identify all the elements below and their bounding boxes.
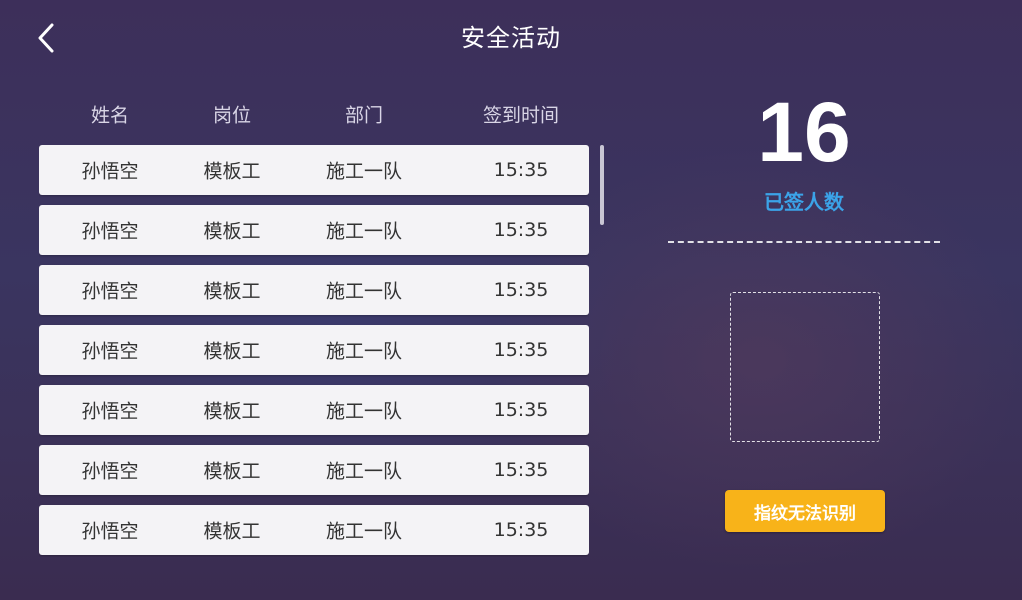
table-row[interactable]: 孙悟空 模板工 施工一队 15:35 [39,265,589,315]
signed-count: 16 [757,85,851,179]
column-header-name: 姓名 [90,104,130,127]
cell-time: 15:35 [493,399,549,421]
cell-time: 15:35 [493,279,549,301]
cell-name: 孙悟空 [81,340,139,363]
column-header-department: 部门 [344,104,384,127]
signed-count-label: 已签人数 [764,190,844,214]
cell-department: 施工一队 [325,340,403,363]
cell-name: 孙悟空 [81,220,139,243]
cell-position: 模板工 [203,160,261,183]
cell-department: 施工一队 [325,220,403,243]
table-row[interactable]: 孙悟空 模板工 施工一队 15:35 [39,325,589,375]
cell-time: 15:35 [493,339,549,361]
divider [668,241,940,243]
cell-name: 孙悟空 [81,160,139,183]
page-title: 安全活动 [461,24,561,52]
cell-position: 模板工 [203,280,261,303]
table-row[interactable]: 孙悟空 模板工 施工一队 15:35 [39,205,589,255]
table-row[interactable]: 孙悟空 模板工 施工一队 15:35 [39,505,589,555]
cell-name: 孙悟空 [81,520,139,543]
cell-time: 15:35 [493,159,549,181]
list-scrollbar[interactable] [600,145,604,557]
column-header-signin-time: 签到时间 [482,104,560,127]
cell-name: 孙悟空 [81,280,139,303]
cell-department: 施工一队 [325,400,403,423]
fingerprint-scan-area [730,292,880,442]
cell-department: 施工一队 [325,160,403,183]
cell-name: 孙悟空 [81,460,139,483]
scrollbar-thumb[interactable] [600,145,604,225]
cell-position: 模板工 [203,400,261,423]
cell-department: 施工一队 [325,520,403,543]
cell-position: 模板工 [203,520,261,543]
table-row[interactable]: 孙悟空 模板工 施工一队 15:35 [39,445,589,495]
table-header: 姓名 岗位 部门 签到时间 [39,98,589,130]
cell-time: 15:35 [493,519,549,541]
column-header-position: 岗位 [212,104,252,127]
cell-position: 模板工 [203,460,261,483]
fingerprint-unrecognized-button[interactable]: 指纹无法识别 [725,490,885,532]
cell-time: 15:35 [493,459,549,481]
table-row[interactable]: 孙悟空 模板工 施工一队 15:35 [39,385,589,435]
table-row[interactable]: 孙悟空 模板工 施工一队 15:35 [39,145,589,195]
cell-name: 孙悟空 [81,400,139,423]
cell-position: 模板工 [203,220,261,243]
cell-department: 施工一队 [325,460,403,483]
cell-position: 模板工 [203,340,261,363]
signin-list[interactable]: 孙悟空 模板工 施工一队 15:35 孙悟空 模板工 施工一队 15:35 孙悟… [39,145,589,557]
cell-department: 施工一队 [325,280,403,303]
cell-time: 15:35 [493,219,549,241]
